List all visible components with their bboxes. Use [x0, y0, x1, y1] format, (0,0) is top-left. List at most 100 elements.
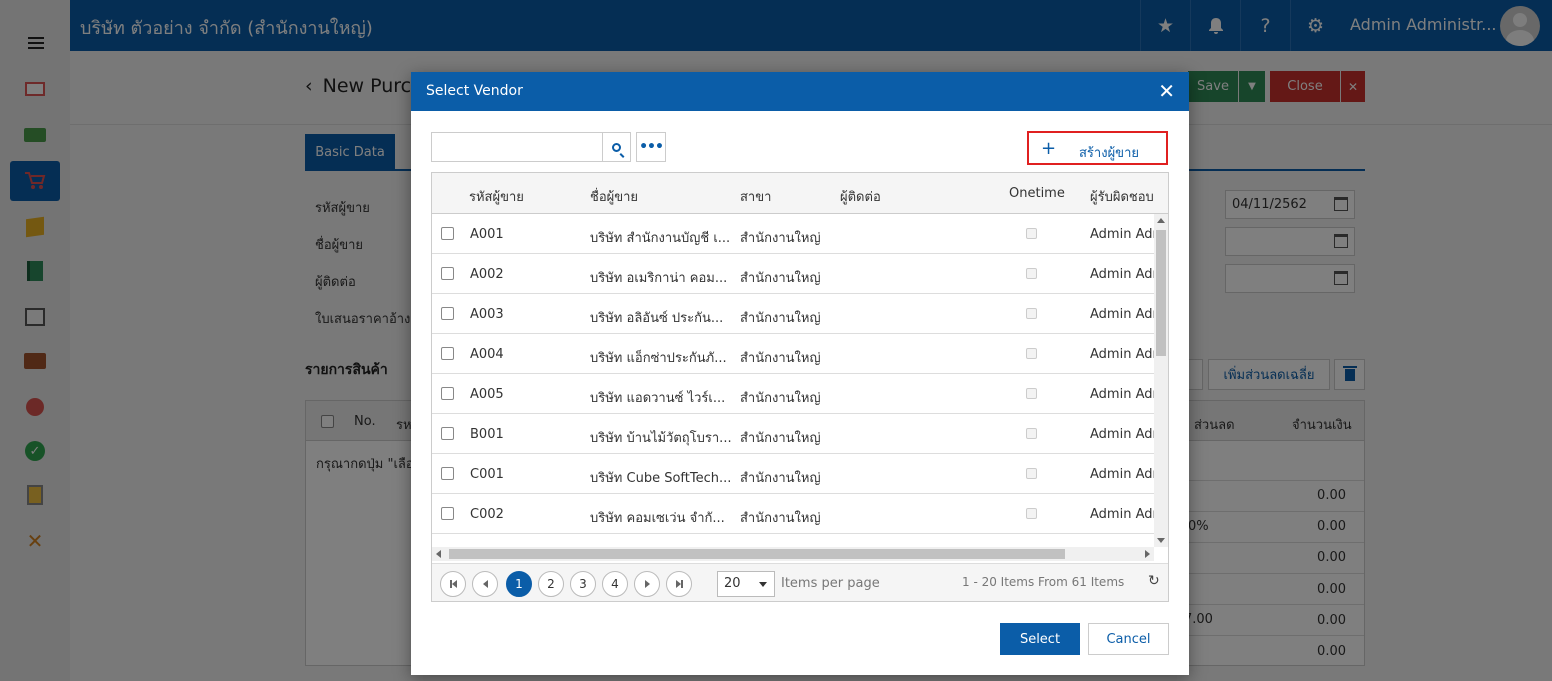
row-checkbox[interactable]: [441, 387, 454, 400]
table-row[interactable]: C002 บริษัท คอมเซเว่น จำกั... สำนักงานให…: [432, 494, 1154, 534]
table-row[interactable]: A002 บริษัท อเมริกาน่า คอม... สำนักงานให…: [432, 254, 1154, 294]
vendor-name: บริษัท อลิอันซ์ ประกัน...: [590, 311, 724, 326]
scroll-up-icon[interactable]: [1157, 218, 1165, 223]
select-vendor-dialog: Select Vendor ✕ ••• + สร้างผู้ขาย รหัสผู…: [411, 72, 1189, 675]
vendor-branch: สำนักงานใหญ่: [740, 231, 821, 246]
vendor-branch: สำนักงานใหญ่: [740, 271, 821, 286]
close-icon[interactable]: ✕: [1158, 80, 1175, 102]
table-row[interactable]: A003 บริษัท อลิอันซ์ ประกัน... สำนักงานใ…: [432, 294, 1154, 334]
vendor-responsible: Admin Adm: [1090, 267, 1154, 282]
onetime-checkbox: [1026, 228, 1037, 239]
select-button[interactable]: Select: [1000, 623, 1080, 655]
next-page-button[interactable]: [634, 571, 660, 597]
page-2-button[interactable]: 2: [538, 571, 564, 597]
scroll-right-icon[interactable]: [1145, 550, 1150, 558]
prev-page-button[interactable]: [472, 571, 498, 597]
chevron-down-icon: [759, 582, 767, 587]
table-row[interactable]: C001 บริษัท Cube SoftTech... สำนักงานใหญ…: [432, 454, 1154, 494]
table-row[interactable]: A005 บริษัท แอดวานซ์ ไวร์เ... สำนักงานให…: [432, 374, 1154, 414]
last-page-button[interactable]: [666, 571, 692, 597]
vendor-branch: สำนักงานใหญ่: [740, 311, 821, 326]
vendor-branch: สำนักงานใหญ่: [740, 471, 821, 486]
last-page-bar: [680, 580, 683, 588]
col-vendor-code[interactable]: รหัสผู้ขาย: [469, 186, 524, 207]
vendor-branch: สำนักงานใหญ่: [740, 351, 821, 366]
col-onetime[interactable]: Onetime: [1009, 186, 1065, 201]
table-row[interactable]: A001 บริษัท สำนักงานบัญชี เ... สำนักงานใ…: [432, 214, 1154, 254]
vendor-code: A005: [470, 387, 504, 402]
vendor-branch: สำนักงานใหญ่: [740, 511, 821, 526]
vendor-responsible: Admin Adm: [1090, 347, 1154, 362]
vendor-responsible: Admin Adm: [1090, 507, 1154, 522]
col-branch[interactable]: สาขา: [740, 186, 771, 207]
page-4-button[interactable]: 4: [602, 571, 628, 597]
vendor-responsible: Admin Adm: [1090, 467, 1154, 482]
row-checkbox[interactable]: [441, 267, 454, 280]
page-3-button[interactable]: 3: [570, 571, 596, 597]
vendor-name: บริษัท คอมเซเว่น จำกั...: [590, 511, 725, 526]
horizontal-scrollbar[interactable]: [432, 547, 1154, 561]
onetime-checkbox: [1026, 508, 1037, 519]
onetime-checkbox: [1026, 348, 1037, 359]
scroll-left-icon[interactable]: [436, 550, 441, 558]
table-row[interactable]: A004 บริษัท แอ็กซ่าประกันภั... สำนักงานใ…: [432, 334, 1154, 374]
refresh-icon[interactable]: ↻: [1148, 574, 1162, 588]
col-vendor-name[interactable]: ชื่อผู้ขาย: [590, 186, 638, 207]
vendor-code: A004: [470, 347, 504, 362]
items-per-page-label: Items per page: [781, 576, 880, 591]
onetime-checkbox: [1026, 268, 1037, 279]
vendor-name: บริษัท สำนักงานบัญชี เ...: [590, 231, 731, 246]
more-options-button[interactable]: •••: [636, 132, 666, 162]
vendor-responsible: Admin Adm: [1090, 227, 1154, 242]
prev-page-icon: [482, 580, 488, 588]
vendor-branch: สำนักงานใหญ่: [740, 391, 821, 406]
horizontal-scroll-thumb[interactable]: [449, 549, 1065, 559]
row-checkbox[interactable]: [441, 227, 454, 240]
create-vendor-button[interactable]: + สร้างผู้ขาย: [1027, 131, 1168, 165]
onetime-checkbox: [1026, 308, 1037, 319]
vendor-code: A002: [470, 267, 504, 282]
vendor-grid-header: รหัสผู้ขาย ชื่อผู้ขาย สาขา ผู้ติดต่อ One…: [432, 173, 1168, 214]
next-page-icon: [644, 580, 650, 588]
col-responsible[interactable]: ผู้รับผิดชอบ: [1090, 186, 1154, 207]
row-checkbox[interactable]: [441, 507, 454, 520]
vendor-code: C002: [470, 507, 504, 522]
vendor-responsible: Admin Adm: [1090, 427, 1154, 442]
vendor-name: บริษัท Cube SoftTech...: [590, 471, 732, 486]
dialog-header: Select Vendor ✕: [411, 72, 1189, 111]
onetime-checkbox: [1026, 468, 1037, 479]
vendor-name: บริษัท บ้านไม้วัตถุโบรา...: [590, 431, 732, 446]
search-button[interactable]: [602, 132, 631, 162]
vendor-code: B001: [470, 427, 504, 442]
onetime-checkbox: [1026, 388, 1037, 399]
pager-info: 1 - 20 Items From 61 Items: [962, 575, 1125, 589]
vendor-responsible: Admin Adm: [1090, 307, 1154, 322]
vendor-branch: สำนักงานใหญ่: [740, 431, 821, 446]
search-input[interactable]: [431, 132, 603, 162]
vendor-name: บริษัท อเมริกาน่า คอม...: [590, 271, 728, 286]
vendor-grid: รหัสผู้ขาย ชื่อผู้ขาย สาขา ผู้ติดต่อ One…: [431, 172, 1169, 602]
page-1-button[interactable]: 1: [506, 571, 532, 597]
vendor-name: บริษัท แอดวานซ์ ไวร์เ...: [590, 391, 726, 406]
vertical-scroll-thumb[interactable]: [1156, 230, 1166, 356]
row-checkbox[interactable]: [441, 347, 454, 360]
col-contact[interactable]: ผู้ติดต่อ: [840, 186, 881, 207]
scroll-down-icon[interactable]: [1157, 538, 1165, 543]
vendor-code: C001: [470, 467, 504, 482]
vendor-code: A001: [470, 227, 504, 242]
row-checkbox[interactable]: [441, 427, 454, 440]
page-size-select[interactable]: 20: [717, 571, 775, 597]
pager: 1 2 3 4 20 Items per page 1 - 20 Items F…: [432, 563, 1168, 601]
create-vendor-label: สร้างผู้ขาย: [1079, 146, 1139, 161]
row-checkbox[interactable]: [441, 307, 454, 320]
table-row[interactable]: B001 บริษัท บ้านไม้วัตถุโบรา... สำนักงาน…: [432, 414, 1154, 454]
plus-icon: +: [1041, 138, 1057, 159]
first-page-button[interactable]: [440, 571, 466, 597]
dialog-title: Select Vendor: [426, 83, 523, 99]
search-icon: [612, 142, 621, 152]
row-checkbox[interactable]: [441, 467, 454, 480]
cancel-button[interactable]: Cancel: [1088, 623, 1169, 655]
vendor-responsible: Admin Adm: [1090, 387, 1154, 402]
vertical-scrollbar[interactable]: [1154, 214, 1168, 547]
vendor-name: บริษัท แอ็กซ่าประกันภั...: [590, 351, 727, 366]
